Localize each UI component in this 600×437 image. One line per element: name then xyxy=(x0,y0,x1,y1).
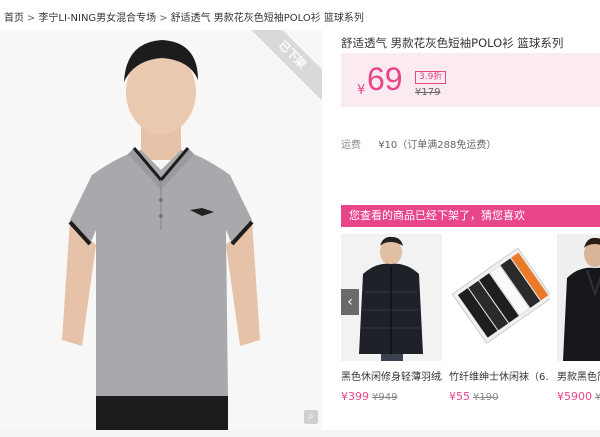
recommend-item-orig-price: ¥949 xyxy=(372,392,398,403)
breadcrumb-current: 舒适透气 男款花灰色短袖POLO衫 篮球系列 xyxy=(170,13,364,24)
currency-symbol: ¥ xyxy=(357,83,366,98)
recommend-item-price: ¥55 ¥190 xyxy=(449,390,550,403)
product-title: 舒适透气 男款花灰色短袖POLO衫 篮球系列 xyxy=(341,36,564,50)
breadcrumb-separator: > xyxy=(159,13,168,24)
shipping-label: 运费 xyxy=(341,140,361,151)
breadcrumb-category[interactable]: 李宁LI-NING男女混合专场 xyxy=(38,13,156,24)
discount-badge: 3.9折 xyxy=(415,71,447,84)
model-photo xyxy=(0,30,322,430)
product-main-image[interactable]: 已下架 ⌕ xyxy=(0,30,322,430)
shipping-value: ¥10（订单满288免运费） xyxy=(378,140,497,151)
sale-price: 69 xyxy=(367,61,403,97)
recommend-item-sale-price: ¥5900 xyxy=(557,390,592,403)
recommend-item[interactable]: 竹纤维绅士休闲袜（6… ¥55 ¥190 xyxy=(449,234,550,403)
recommend-item-price: ¥399 ¥949 xyxy=(341,390,442,403)
price-box: ¥ 69 3.9折 ¥179 xyxy=(341,53,600,107)
recommend-item-price: ¥5900¥9 xyxy=(557,390,600,403)
breadcrumb-separator: > xyxy=(27,13,36,24)
recommend-item-image[interactable] xyxy=(449,234,550,361)
magnifier-icon[interactable]: ⌕ xyxy=(304,410,318,424)
leather-jacket-photo xyxy=(557,234,600,361)
recommend-item-name[interactable]: 男款黑色简 xyxy=(557,368,600,383)
breadcrumb: 首页 > 李宁LI-NING男女混合专场 > 舒适透气 男款花灰色短袖POLO衫 篮球系… xyxy=(4,9,364,24)
carousel-prev-arrow-icon[interactable]: ‹ xyxy=(341,289,359,315)
recommend-item[interactable]: 男款黑色简 ¥5900¥9 xyxy=(557,234,600,403)
recommend-item[interactable]: 黑色休闲修身轻薄羽绒服 ¥399 ¥949 xyxy=(341,234,442,403)
socks-box-photo xyxy=(449,234,550,361)
bottom-divider xyxy=(0,430,600,437)
recommend-item-name[interactable]: 竹纤维绅士休闲袜（6… xyxy=(449,368,550,383)
recommend-item-sale-price: ¥399 xyxy=(341,390,369,403)
recommend-carousel: 黑色休闲修身轻薄羽绒服 ¥399 ¥949 竹纤维绅士休闲袜（6… ¥55 ¥1… xyxy=(341,234,600,414)
breadcrumb-home[interactable]: 首页 xyxy=(4,13,24,24)
recommend-item-name[interactable]: 黑色休闲修身轻薄羽绒服 xyxy=(341,368,442,383)
recommend-item-orig-price: ¥190 xyxy=(473,392,499,403)
shipping-row: 运费 ¥10（订单满288免运费） xyxy=(341,136,496,151)
recommend-banner: 您查看的商品已经下架了，猜您喜欢 xyxy=(341,205,600,227)
recommend-item-sale-price: ¥55 xyxy=(449,390,470,403)
original-price: ¥179 xyxy=(415,87,441,98)
recommend-item-image[interactable] xyxy=(557,234,600,361)
recommend-item-orig-price: ¥9 xyxy=(595,392,600,403)
